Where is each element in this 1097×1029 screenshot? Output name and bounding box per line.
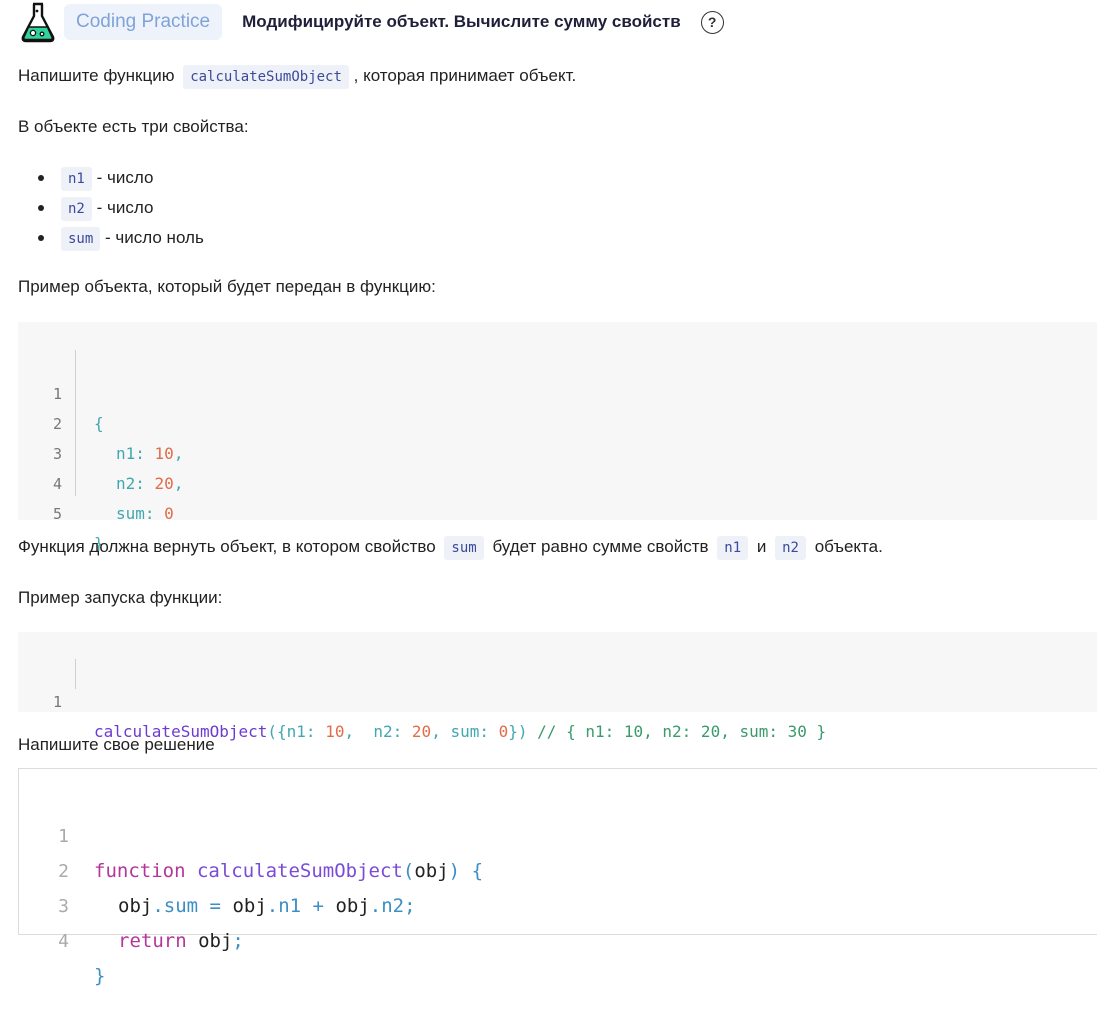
code-value: 20 — [411, 722, 432, 741]
code-value: 10 — [325, 722, 345, 741]
example-code-block: 1 { 2 n1: 10, 3 n2: 20, 4 sum: 0 5 } — [18, 322, 1097, 553]
code-line: 1 calculateSumObject({n1: 10, n2: 20, su… — [18, 657, 826, 741]
code-key: n2: — [373, 722, 403, 741]
code-punct: , — [431, 722, 451, 741]
result-text-and: и — [756, 537, 767, 556]
param-obj: obj — [414, 860, 449, 882]
list-item-desc: - число — [96, 168, 154, 187]
code-prop: n1 — [278, 895, 302, 917]
code-line: 4 sum: 0 — [18, 439, 174, 523]
brace-close: } — [94, 965, 106, 987]
task-description: Напишите функцию calculateSumObject , ко… — [18, 65, 577, 89]
code-key: n1: — [116, 444, 145, 463]
code-brace-open: { — [94, 414, 104, 433]
line-number: 1 — [52, 693, 62, 711]
result-description: Функция должна вернуть объект, в котором… — [18, 536, 883, 560]
code-line: 2 n1: 10, — [18, 379, 183, 463]
code-semicolon: ; — [404, 895, 416, 917]
code-ident: obj — [232, 895, 267, 917]
inline-code-n1: n1 — [717, 536, 749, 560]
code-key: sum: — [450, 722, 489, 741]
inline-code-n2: n2 — [61, 197, 92, 221]
editor-line[interactable]: 3 return obj; — [19, 854, 244, 952]
list-item: n2 - число — [18, 195, 204, 225]
run-heading: Пример запуска функции: — [18, 588, 223, 607]
keyword-return: return — [118, 930, 187, 952]
result-text-mid: будет равно сумме свойств — [492, 537, 709, 556]
line-number: 5 — [52, 505, 62, 523]
list-item-desc: - число ноль — [105, 228, 204, 247]
category-badge[interactable]: Coding Practice — [64, 4, 223, 40]
paren-close: ) — [448, 860, 461, 882]
result-text-pre: Функция должна вернуть объект, в котором… — [18, 537, 436, 556]
solution-heading: Напишите свое решение — [18, 735, 215, 754]
inline-code-function-name: calculateSumObject — [183, 65, 349, 89]
code-key: sum: — [116, 504, 155, 523]
code-comment: // { n1: 10, n2: 20, sum: 30 } — [537, 722, 827, 741]
editor-line[interactable]: 2 obj.sum = obj.n1 + obj.n2; — [19, 819, 415, 917]
intro-text-post: , которая принимает объект. — [353, 66, 577, 85]
code-punct: }) — [508, 722, 528, 741]
header: Coding Practice Модифицируйте объект. Вы… — [18, 0, 724, 44]
keyword-function: function — [94, 860, 186, 882]
inline-code-n1: n1 — [61, 167, 92, 191]
brace-open: { — [471, 860, 484, 882]
list-item-desc: - число — [96, 198, 154, 217]
code-op: + — [301, 895, 336, 917]
code-ident: obj — [118, 895, 153, 917]
code-value: 0 — [498, 722, 509, 741]
run-code-block: 1 calculateSumObject({n1: 10, n2: 20, su… — [18, 632, 1097, 741]
code-gutter — [75, 659, 76, 689]
code-value: 0 — [164, 504, 174, 523]
code-prop: n2 — [381, 895, 405, 917]
paren-open: ( — [402, 860, 415, 882]
code-dot: . — [266, 895, 279, 917]
code-comma: , — [173, 474, 184, 493]
editor-line[interactable]: 1 function calculateSumObject(obj) { — [19, 784, 483, 882]
code-ident: obj — [335, 895, 370, 917]
code-line: 1 { — [18, 349, 104, 433]
editor-line[interactable]: 4 } — [19, 889, 105, 987]
function-name: calculateSumObject — [196, 860, 403, 882]
code-comma: , — [173, 444, 184, 463]
page-title: Модифицируйте объект. Вычислите сумму св… — [242, 12, 681, 31]
code-semicolon: ; — [232, 930, 244, 952]
example-heading: Пример объекта, который будет передан в … — [18, 277, 436, 296]
properties-heading: В объекте есть три свойства: — [18, 117, 249, 136]
code-dot: . — [152, 895, 164, 917]
properties-list: n1 - число n2 - число sum - число ноль — [18, 165, 204, 255]
list-item: n1 - число — [18, 165, 204, 195]
line-number: 4 — [58, 931, 69, 952]
intro-text-pre: Напишите функцию — [18, 66, 175, 85]
code-value: 10 — [154, 444, 174, 463]
code-key: n1: — [286, 722, 316, 741]
code-op: = — [198, 895, 233, 917]
flask-icon — [18, 0, 58, 44]
code-value: 20 — [154, 474, 174, 493]
code-ident: obj — [198, 930, 233, 952]
code-punct: ({ — [267, 722, 287, 741]
code-key: n2: — [116, 474, 145, 493]
code-prop: sum — [163, 895, 199, 917]
result-text-post: объекта. — [814, 537, 883, 556]
code-gutter — [75, 350, 76, 496]
inline-code-n2: n2 — [775, 536, 806, 560]
help-icon[interactable]: ? — [700, 10, 724, 34]
inline-code-sum: sum — [444, 536, 484, 560]
inline-code-sum: sum — [61, 227, 101, 251]
code-punct: , — [344, 722, 374, 741]
list-item: sum - число ноль — [18, 225, 204, 255]
code-line: 3 n2: 20, — [18, 409, 183, 493]
code-dot: . — [369, 895, 382, 917]
code-editor[interactable]: 1 function calculateSumObject(obj) { 2 o… — [18, 768, 1097, 987]
code-line: 5 } — [18, 469, 104, 553]
